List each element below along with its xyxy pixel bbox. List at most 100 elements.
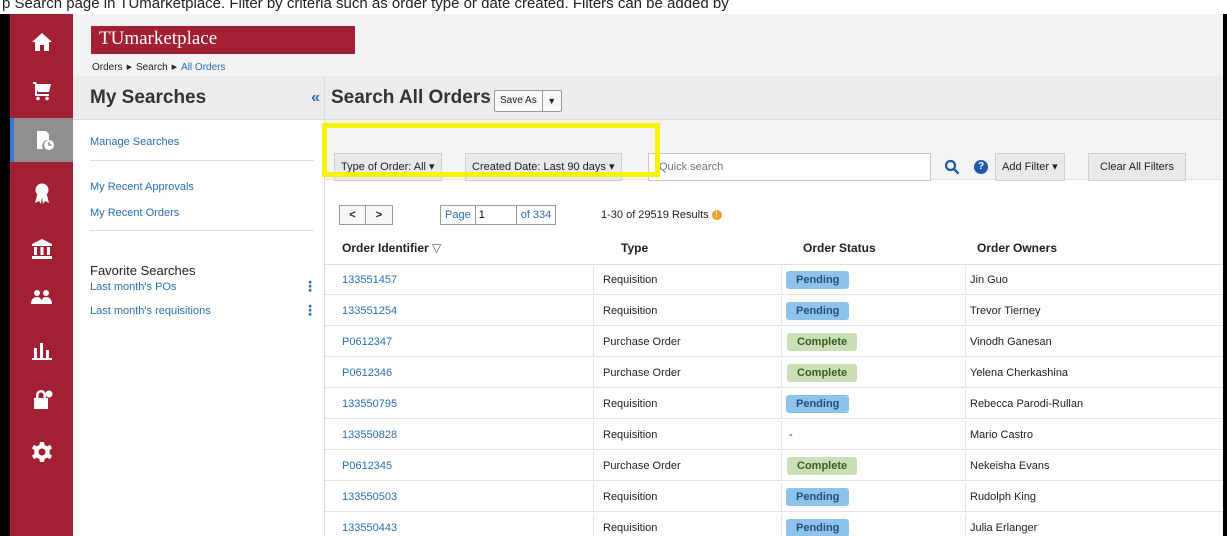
my-searches-title: My Searches (90, 87, 207, 108)
column-divider (781, 483, 782, 512)
favorite-searches-title: Favorite Searches (90, 263, 196, 278)
order-owner: Rudolph King (970, 491, 1037, 503)
add-filter-button[interactable]: Add Filter ▾ (995, 153, 1065, 181)
column-divider (965, 266, 966, 295)
column-divider (781, 390, 782, 419)
breadcrumb-separator-icon: ▶ (171, 64, 178, 71)
search-icon[interactable] (944, 159, 960, 175)
favorite-search-item[interactable]: Last month's POs (90, 281, 176, 293)
table-header: Order Identifier ▽ Type Order Status Ord… (325, 231, 1223, 265)
column-divider (593, 328, 594, 357)
order-id-link[interactable]: P0612347 (342, 336, 392, 348)
manage-searches-link[interactable]: Manage Searches (90, 136, 179, 148)
help-icon[interactable]: ? (974, 160, 988, 174)
order-id-link[interactable]: P0612345 (342, 460, 392, 472)
created-date-filter[interactable]: Created Date: Last 90 days ▾ (465, 153, 622, 181)
column-divider (593, 390, 594, 419)
quick-search-input[interactable] (648, 153, 931, 181)
table-row[interactable]: 133551457 Requisition Pending Jin Guo (325, 266, 1223, 295)
order-id-link[interactable]: 133550443 (342, 522, 397, 534)
order-id-link[interactable]: 133551457 (342, 274, 397, 286)
users-icon[interactable] (10, 276, 73, 320)
prev-page-button[interactable]: < (339, 205, 366, 225)
order-type: Purchase Order (603, 367, 681, 379)
column-divider (593, 452, 594, 481)
breadcrumb-search[interactable]: Search (136, 62, 168, 73)
order-type: Requisition (603, 305, 658, 317)
column-order-status[interactable]: Order Status (803, 241, 876, 255)
status-badge: Pending (786, 302, 850, 320)
page-label: Page (445, 209, 471, 221)
breadcrumb-current[interactable]: All Orders (181, 62, 225, 73)
order-id-link[interactable]: 133550503 (342, 491, 397, 503)
column-divider (593, 514, 594, 536)
order-owner: Rebecca Parodi-Rullan (970, 398, 1084, 410)
bar-chart-icon[interactable] (10, 328, 73, 372)
table-row[interactable]: P0612345 Purchase Order Complete Nekeisha E… (325, 452, 1223, 481)
table-row[interactable]: 133550795 Requisition Pending Rebecca Parod… (325, 390, 1223, 419)
status-badge: Pending (786, 488, 850, 506)
order-owner: Julia Erlanger (970, 522, 1038, 534)
clear-all-filters-button[interactable]: Clear All Filters (1088, 153, 1186, 181)
column-divider (781, 514, 782, 536)
order-type: Requisition (603, 522, 658, 534)
table-row[interactable]: P0612346 Purchase Order Complete Yelena Che… (325, 359, 1223, 388)
order-id-link[interactable]: 133550795 (342, 398, 397, 410)
table-row[interactable]: 133550503 Requisition Pending Rudolph King (325, 483, 1223, 512)
recent-orders-link[interactable]: My Recent Orders (90, 207, 179, 219)
bank-icon[interactable] (10, 227, 73, 271)
page-title: Search All Orders (331, 87, 491, 108)
kebab-menu-icon[interactable]: ⋮ (303, 279, 317, 293)
my-searches-panel: My Searches « Manage Searches My Recent … (73, 76, 324, 536)
column-divider (781, 297, 782, 326)
column-divider (781, 266, 782, 295)
order-id-link[interactable]: 133551254 (342, 305, 397, 317)
status-badge: - (789, 429, 793, 441)
column-type[interactable]: Type (621, 241, 648, 255)
column-divider (593, 483, 594, 512)
order-type: Purchase Order (603, 336, 681, 348)
column-divider (781, 359, 782, 388)
pager-buttons: < > (339, 205, 393, 225)
column-order-owners[interactable]: Order Owners (977, 241, 1057, 255)
page-number-input[interactable] (474, 206, 517, 224)
order-id-link[interactable]: 133550828 (342, 429, 397, 441)
award-icon[interactable] (10, 171, 73, 215)
gear-icon[interactable] (10, 430, 73, 474)
table-row[interactable]: P0612347 Purchase Order Complete Vinodh Gan… (325, 328, 1223, 357)
table-row[interactable]: 133550443 Requisition Pending Julia Erlange… (325, 514, 1223, 536)
page-selector: Page of 334 (440, 205, 557, 225)
column-label: Order Identifier (342, 241, 429, 255)
save-as-label: Save As (495, 91, 543, 111)
column-divider (965, 483, 966, 512)
save-as-button[interactable]: Save As ▼ (494, 90, 562, 112)
cart-icon[interactable] (10, 68, 73, 112)
column-divider (781, 421, 782, 450)
order-owner: Trevor Tierney (970, 305, 1041, 317)
column-divider (965, 328, 966, 357)
recent-approvals-link[interactable]: My Recent Approvals (90, 181, 194, 193)
table-row[interactable]: 133551254 Requisition Pending Trevor Tierne… (325, 297, 1223, 326)
order-id-link[interactable]: P0612346 (342, 367, 392, 379)
type-of-order-filter[interactable]: Type of Order: All ▾ (334, 153, 442, 181)
column-divider (965, 514, 966, 536)
main-header: Search All Orders Save As ▼ (325, 76, 1223, 120)
brand-logo[interactable]: TUmarketplace (91, 26, 355, 54)
table-row[interactable]: 133550828 Requisition - Mario Castro (325, 421, 1223, 450)
sort-icon[interactable]: ▽ (432, 241, 441, 255)
documents-clock-icon[interactable] (10, 118, 73, 162)
column-order-identifier[interactable]: Order Identifier ▽ (342, 241, 441, 255)
column-divider (593, 266, 594, 295)
chevron-down-icon[interactable]: ▼ (543, 91, 561, 111)
order-owner: Nekeisha Evans (970, 460, 1050, 472)
column-divider (781, 328, 782, 357)
kebab-menu-icon[interactable]: ⋮ (303, 303, 317, 317)
home-icon[interactable] (10, 20, 73, 64)
info-icon[interactable]: ! (711, 210, 722, 220)
next-page-button[interactable]: > (366, 205, 393, 225)
breadcrumb-orders[interactable]: Orders (92, 62, 123, 73)
favorite-search-item[interactable]: Last month's requisitions (90, 305, 211, 317)
collapse-panel-icon[interactable]: « (311, 89, 320, 107)
column-divider (965, 297, 966, 326)
lock-gear-icon[interactable] (10, 378, 73, 422)
